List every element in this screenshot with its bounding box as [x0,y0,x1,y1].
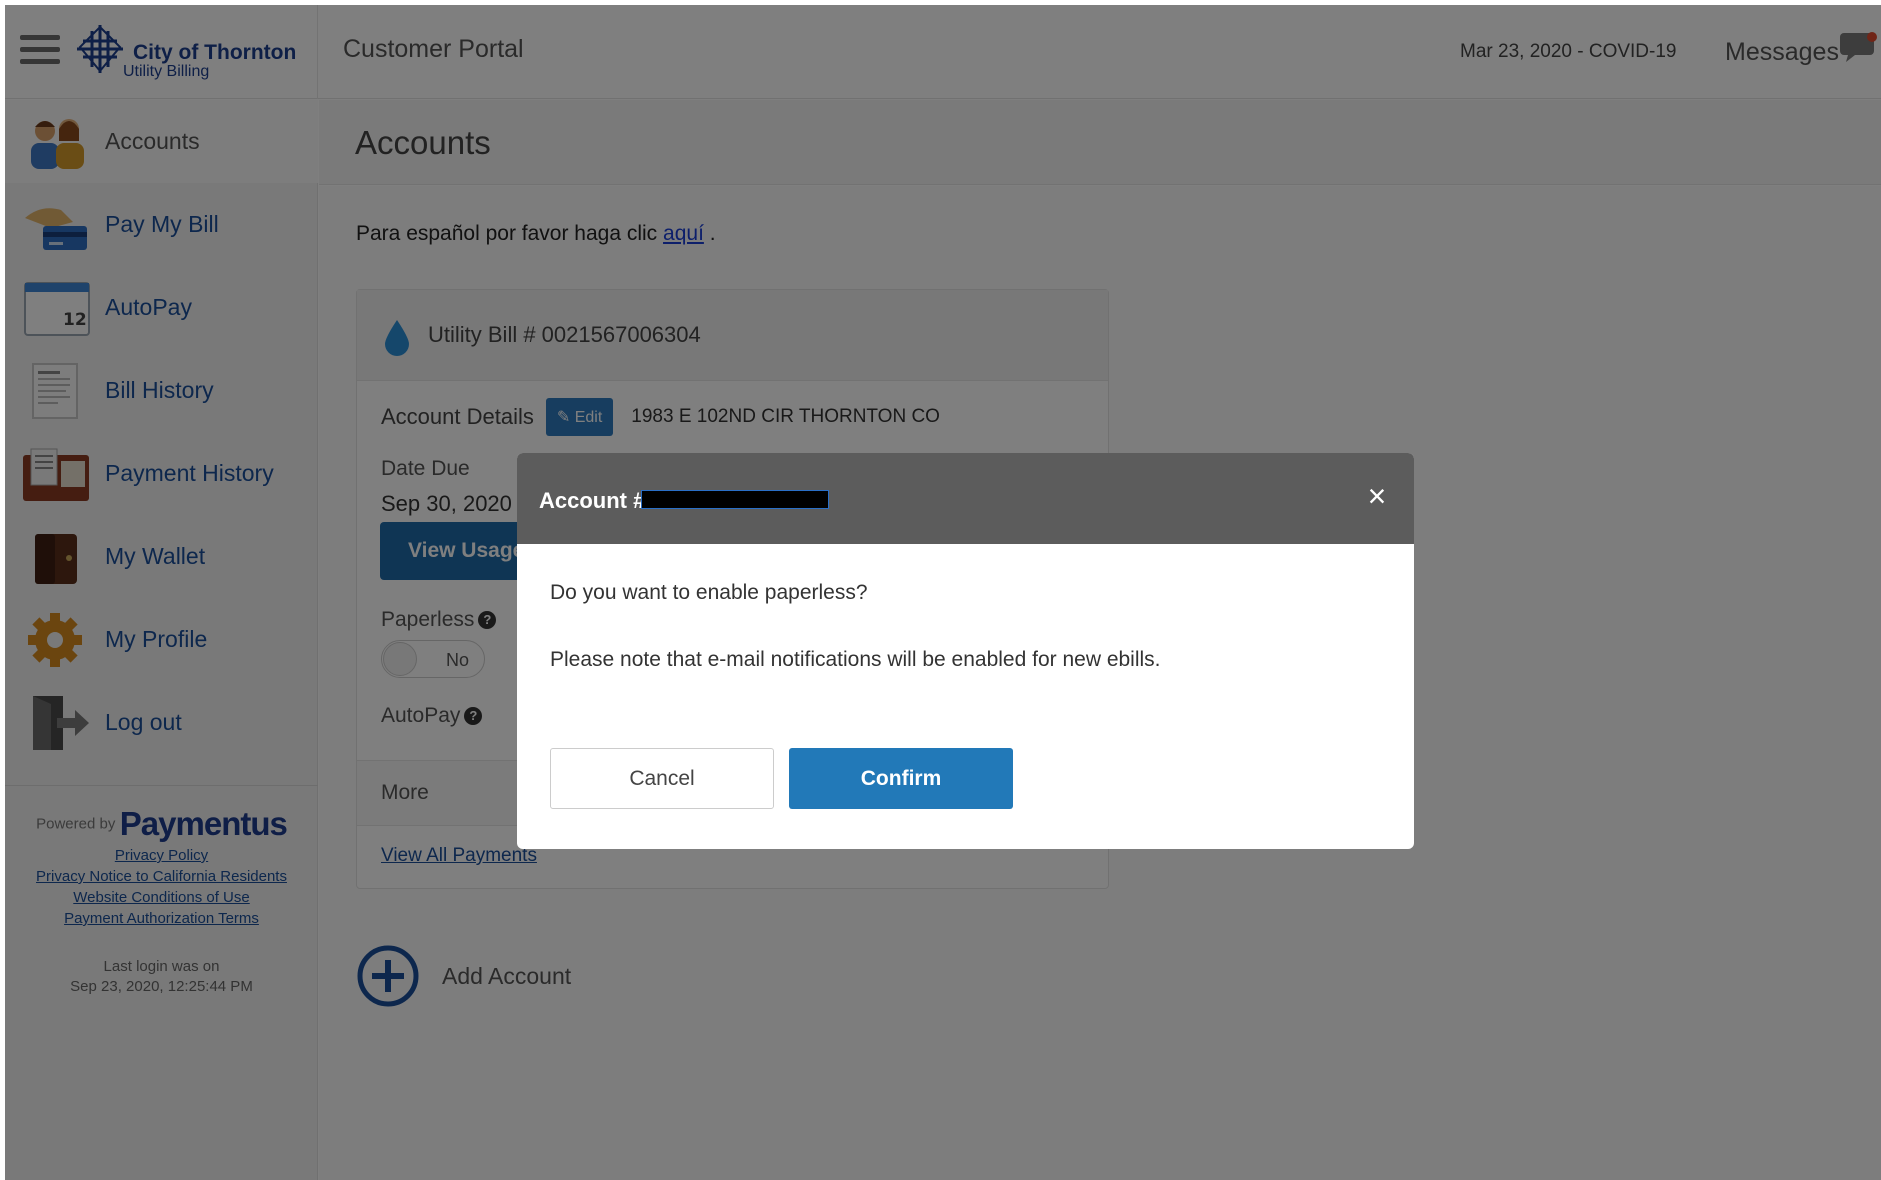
confirm-button[interactable]: Confirm [789,748,1013,809]
dialog-note: Please note that e-mail notifications wi… [550,648,1161,671]
dialog-title: Account # [539,488,646,513]
redacted-account-number [641,490,829,509]
paperless-dialog: Account # × Do you want to enable paperl… [517,453,1414,849]
app-frame: City of Thornton Utility Billing Custome… [5,5,1881,1180]
cancel-button[interactable]: Cancel [550,748,774,809]
dialog-question: Do you want to enable paperless? [550,581,868,604]
dialog-header: Account # × [517,453,1414,544]
close-icon[interactable]: × [1360,479,1394,513]
